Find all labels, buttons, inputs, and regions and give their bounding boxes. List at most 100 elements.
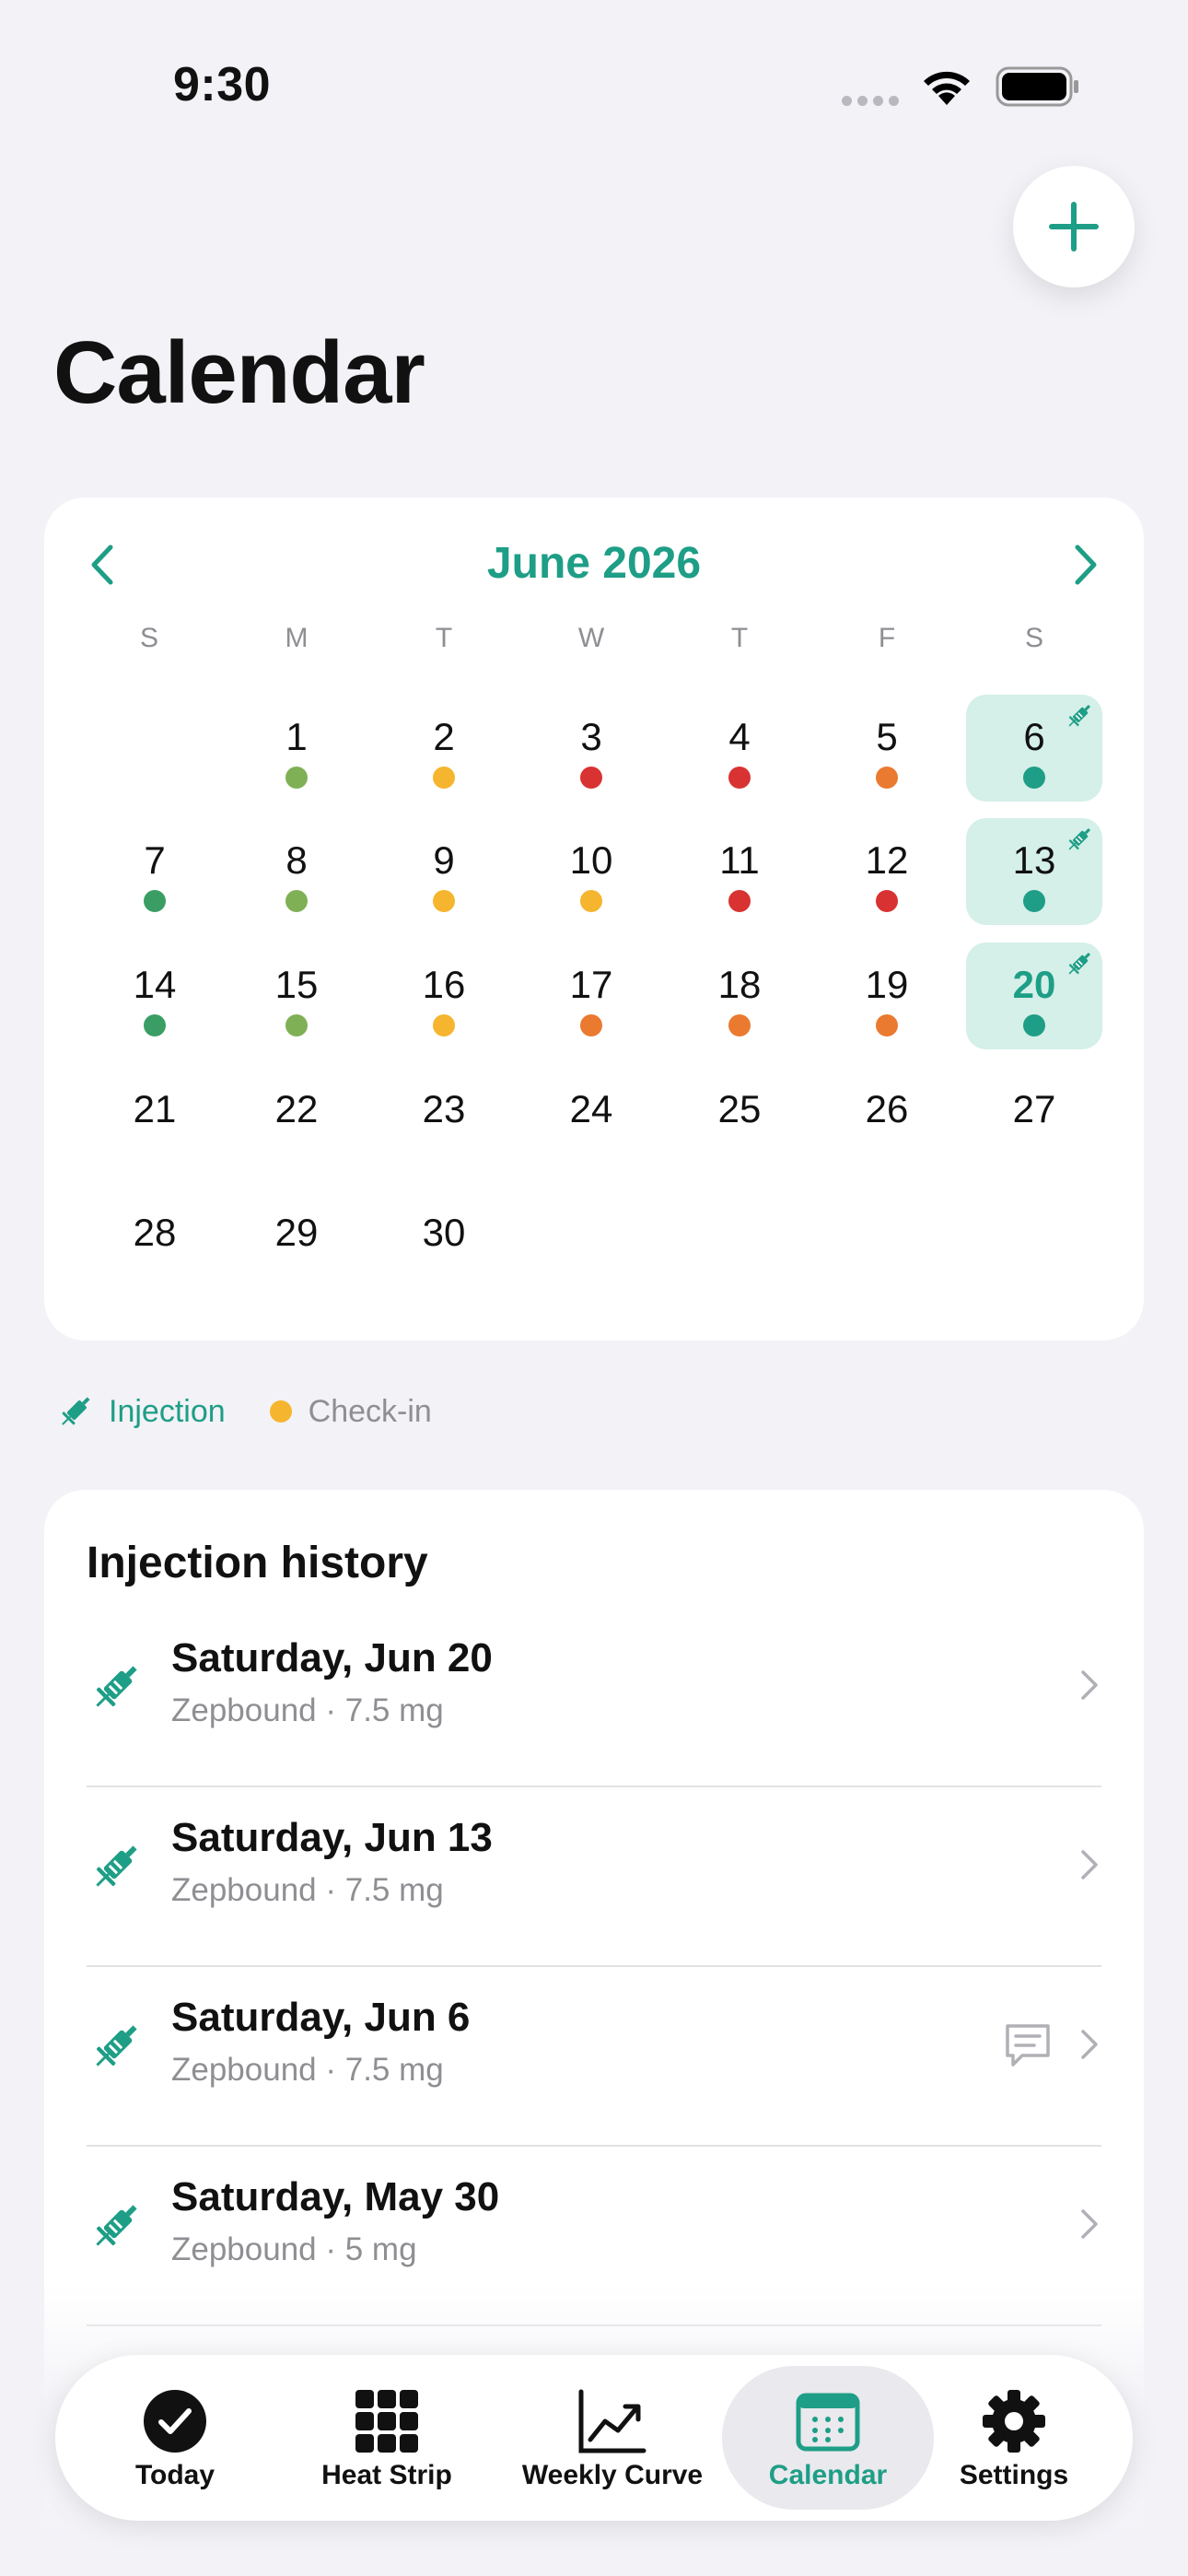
calendar-day[interactable]: 24 [523,1067,659,1174]
plus-icon [1049,202,1099,252]
day-status-dot [876,1014,898,1036]
weekday-label: T [730,623,749,653]
syringe-icon [96,2205,137,2246]
calendar-day[interactable]: 30 [376,1190,512,1297]
day-status-dot [580,767,602,789]
calendar-day[interactable]: 4 [671,695,808,802]
syringe-icon [96,1666,137,1707]
day-number: 11 [719,838,760,882]
day-status-dot [728,767,751,789]
history-row-detail: Zepbound · 7.5 mg [171,1872,444,1908]
day-status-dot [1023,1014,1045,1036]
calendar-day[interactable]: 13 [966,818,1102,925]
calendar-day[interactable]: 28 [87,1190,223,1297]
calendar-day[interactable]: 6 [966,695,1102,802]
calendar-day[interactable]: 19 [819,943,955,1049]
history-row-detail: Zepbound · 7.5 mg [171,1692,444,1728]
calendar-day[interactable]: 10 [523,818,659,925]
tab-settings[interactable]: Settings [945,2366,1083,2510]
history-row[interactable]: Saturday, Jun 6 Zepbound · 7.5 mg [87,1967,1101,2147]
history-row-date: Saturday, Jun 6 [171,1995,471,2040]
syringe-icon [62,1397,90,1425]
calendar-day[interactable]: 1 [228,695,365,802]
day-number: 26 [865,1087,909,1130]
weekday-header: SMTWTFS [44,623,1144,660]
day-number: 25 [717,1087,762,1130]
syringe-icon [1068,827,1091,850]
page-title: Calendar [53,323,425,422]
calendar-card: June 2026 SMTWTFS 1 2 3 4 5 6 7 8 9 10 11 12 13 14 15 1… [44,498,1144,1341]
calendar-day[interactable]: 17 [523,943,659,1049]
calendar-day[interactable]: 5 [819,695,955,802]
day-number: 24 [569,1087,613,1130]
calendar-day[interactable]: 23 [376,1067,512,1174]
day-number: 14 [133,963,177,1006]
day-status-dot [144,1014,166,1036]
calendar-day[interactable]: 29 [228,1190,365,1297]
tab-heat-strip[interactable]: Heat Strip [287,2366,486,2510]
calendar-day[interactable]: 11 [671,818,808,925]
calendar-day[interactable]: 7 [87,818,223,925]
calendar-day[interactable]: 2 [376,695,512,802]
signal-dots-icon [842,96,899,106]
tab-heat-strip-label: Heat Strip [321,2460,452,2490]
history-row[interactable]: Saturday, Jun 20 Zepbound · 7.5 mg [87,1608,1101,1787]
day-status-dot [876,890,898,912]
calendar-day[interactable]: 9 [376,818,512,925]
tab-today-label: Today [134,2460,215,2490]
day-status-dot [144,890,166,912]
tab-today[interactable]: Today [103,2366,247,2510]
calendar-day[interactable]: 27 [966,1067,1102,1174]
status-time: 9:30 [173,58,272,111]
day-status-dot [1023,890,1045,912]
day-number: 22 [274,1087,319,1130]
history-row-detail: Zepbound · 5 mg [171,2231,417,2267]
calendar-day[interactable]: 21 [87,1067,223,1174]
day-number: 3 [580,715,602,758]
day-number: 12 [865,838,909,882]
history-row[interactable]: Saturday, Jun 13 Zepbound · 7.5 mg [87,1787,1101,1967]
day-number: 19 [865,963,909,1006]
calendar-day[interactable]: 25 [671,1067,808,1174]
tab-calendar[interactable]: Calendar [722,2366,934,2510]
day-status-dot [285,890,308,912]
calendar-day[interactable]: 22 [228,1067,365,1174]
chevron-right-icon [1081,1670,1098,1700]
note-icon [1006,2024,1050,2067]
tab-weekly-curve-label: Weekly Curve [521,2460,704,2490]
weekday-label: M [285,623,309,653]
tab-settings-label: Settings [959,2460,1069,2490]
day-status-dot [580,890,602,912]
calendar-day[interactable]: 15 [228,943,365,1049]
history-row-detail: Zepbound · 7.5 mg [171,2052,444,2088]
chevron-right-icon [1081,2209,1098,2239]
day-status-dot [433,1014,455,1036]
wifi-icon [924,71,970,105]
legend-checkin-label: Check-in [308,1393,432,1429]
day-number: 7 [144,838,166,882]
syringe-icon [96,2025,137,2067]
next-month-button[interactable] [1065,542,1105,588]
add-entry-button[interactable] [1013,166,1135,287]
day-number: 5 [876,715,898,758]
calendar-day[interactable]: 3 [523,695,659,802]
calendar-day[interactable]: 12 [819,818,955,925]
tab-weekly-curve[interactable]: Weekly Curve [497,2366,728,2510]
day-status-dot [728,890,751,912]
day-number: 21 [133,1087,177,1130]
calendar-day[interactable]: 26 [819,1067,955,1174]
gear-icon [983,2390,1045,2453]
calendar-day[interactable]: 16 [376,943,512,1049]
calendar-day[interactable]: 20 [966,943,1102,1049]
calendar-day[interactable]: 8 [228,818,365,925]
day-number: 4 [728,715,751,758]
calendar-day[interactable]: 18 [671,943,808,1049]
day-number: 15 [274,963,319,1006]
calendar-icon [796,2393,860,2452]
tab-calendar-label: Calendar [768,2460,888,2490]
chevron-right-icon [1081,2030,1098,2059]
calendar-day[interactable]: 14 [87,943,223,1049]
day-number: 30 [422,1211,466,1254]
day-status-dot [433,890,455,912]
day-number: 1 [285,715,308,758]
